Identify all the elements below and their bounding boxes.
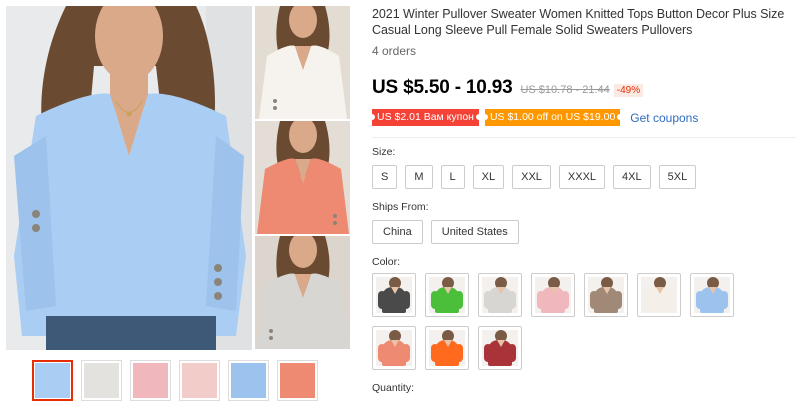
coupon-store[interactable]: US $2.01 Вам купон xyxy=(369,109,482,126)
color-swatch-4[interactable] xyxy=(531,273,575,317)
thumbnail-blue-2-image xyxy=(231,363,266,398)
size-label: Size: xyxy=(372,146,396,158)
size-option-m[interactable]: M xyxy=(405,165,433,189)
price-row: US $5.50 - 10.93 US $10.78 - 21.44 -49% xyxy=(372,77,796,99)
color-swatch-5[interactable] xyxy=(584,273,628,317)
size-option-4xl[interactable]: 4XL xyxy=(613,165,651,189)
size-option-xxxl[interactable]: XXXL xyxy=(558,165,606,189)
color-swatch-2[interactable] xyxy=(425,273,469,317)
size-option-l[interactable]: L xyxy=(440,165,465,189)
divider xyxy=(372,137,796,138)
color-swatch-image xyxy=(535,277,571,313)
color-swatch-image xyxy=(429,277,465,313)
get-coupons-link[interactable]: Get coupons xyxy=(630,111,698,125)
color-swatch-1[interactable] xyxy=(372,273,416,317)
thumbnail-coral-image xyxy=(280,363,315,398)
side-image-white[interactable] xyxy=(255,6,350,119)
color-swatch-image xyxy=(482,330,518,366)
size-options: S M L XL XXL XXXL 4XL 5XL xyxy=(372,165,796,189)
thumbnail-strip xyxy=(32,360,318,401)
main-image-graphic xyxy=(6,6,252,350)
thumbnail-light-pink[interactable] xyxy=(179,360,220,401)
color-swatch-10[interactable] xyxy=(478,326,522,370)
color-options xyxy=(372,273,752,370)
color-swatch-9[interactable] xyxy=(425,326,469,370)
image-gallery xyxy=(6,6,350,350)
side-image-coral-graphic xyxy=(255,121,350,234)
color-swatch-8[interactable] xyxy=(372,326,416,370)
thumbnail-blue[interactable] xyxy=(32,360,73,401)
order-count: 4 orders xyxy=(372,44,417,58)
size-option-s[interactable]: S xyxy=(372,165,398,189)
thumbnail-blue-2[interactable] xyxy=(228,360,269,401)
size-option-5xl[interactable]: 5XL xyxy=(658,165,697,189)
color-swatch-3[interactable] xyxy=(478,273,522,317)
thumbnail-blue-image xyxy=(35,363,70,398)
thumbnail-pink[interactable] xyxy=(130,360,171,401)
color-swatch-6[interactable] xyxy=(637,273,681,317)
color-swatch-image xyxy=(694,277,730,313)
color-swatch-image xyxy=(588,277,624,313)
side-image-coral[interactable] xyxy=(255,121,350,234)
discount-badge: -49% xyxy=(613,84,644,97)
coupon-row: US $2.01 Вам купон US $1.00 off on US $1… xyxy=(369,109,796,126)
side-image-grey[interactable] xyxy=(255,236,350,349)
thumbnail-pink-image xyxy=(133,363,168,398)
thumbnail-coral[interactable] xyxy=(277,360,318,401)
ships-from-label: Ships From: xyxy=(372,201,429,213)
color-swatch-image xyxy=(482,277,518,313)
quantity-label: Quantity: xyxy=(372,382,415,394)
thumbnail-light-pink-image xyxy=(182,363,217,398)
product-title: 2021 Winter Pullover Sweater Women Knitt… xyxy=(372,7,785,37)
color-label: Color: xyxy=(372,256,401,268)
color-swatch-image xyxy=(376,330,412,366)
ships-from-china[interactable]: China xyxy=(372,220,423,244)
current-price: US $5.50 - 10.93 xyxy=(372,77,513,98)
thumbnail-white[interactable] xyxy=(81,360,122,401)
color-swatch-image xyxy=(429,330,465,366)
ships-from-united-states[interactable]: United States xyxy=(430,220,519,244)
side-images xyxy=(255,6,350,350)
color-swatch-image xyxy=(641,277,677,313)
coupon-threshold[interactable]: US $1.00 off on US $19.00 xyxy=(481,109,624,126)
side-image-white-graphic xyxy=(255,6,350,119)
size-option-xl[interactable]: XL xyxy=(472,165,505,189)
ships-from-options: China United States xyxy=(372,220,796,244)
color-swatch-image xyxy=(376,277,412,313)
side-image-grey-graphic xyxy=(255,236,350,349)
main-product-image[interactable] xyxy=(6,6,252,350)
size-option-xxl[interactable]: XXL xyxy=(512,165,551,189)
product-info: 2021 Winter Pullover Sweater Women Knitt… xyxy=(369,6,796,394)
color-swatch-7[interactable] xyxy=(690,273,734,317)
thumbnail-white-image xyxy=(84,363,119,398)
original-price: US $10.78 - 21.44 xyxy=(520,84,610,96)
